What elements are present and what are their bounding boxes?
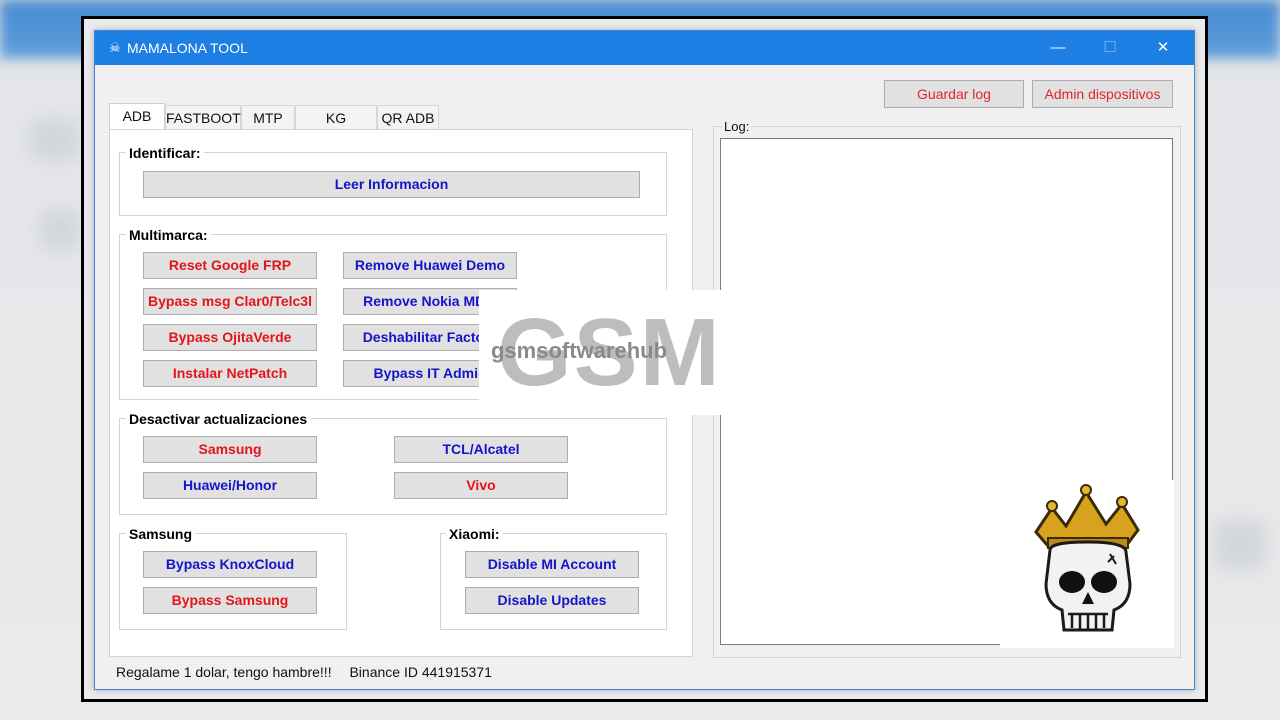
samsung-updates-button[interactable]: Samsung [143,436,317,463]
reset-google-frp-button[interactable]: Reset Google FRP [143,252,317,279]
bypass-knoxcloud-button[interactable]: Bypass KnoxCloud [143,551,317,578]
tab-fastboot[interactable]: FASTBOOT [165,105,241,129]
xiaomi-group [440,533,667,630]
disable-updates-button[interactable]: Disable Updates [465,587,639,614]
background-blur [40,210,80,250]
watermark: GSM gsmsoftwarehub [479,290,723,415]
tab-qr-adb[interactable]: QR ADB [377,105,439,129]
vivo-updates-button[interactable]: Vivo [394,472,568,499]
bypass-msg-claro-button[interactable]: Bypass msg Clar0/Telc3l [143,288,317,315]
minimize-button[interactable]: — [1035,31,1081,65]
samsung-group [119,533,347,630]
maximize-button[interactable]: ☐ [1087,31,1133,65]
read-info-button[interactable]: Leer Informacion [143,171,640,198]
tab-mtp[interactable]: MTP [241,105,295,129]
crowned-skull-logo [1000,480,1174,648]
donation-text: Regalame 1 dolar, tengo hambre!!! [116,664,332,680]
title-bar: ☠ MAMALONA TOOL — ☐ ✕ [95,31,1194,65]
identify-group-label: Identificar: [126,145,204,161]
window-title: MAMALONA TOOL [127,40,248,56]
close-button[interactable]: ✕ [1140,31,1186,65]
disable-updates-group [119,418,667,515]
log-label: Log: [722,119,752,134]
tab-kg-locked[interactable]: KG LOCKED [295,105,377,150]
disable-updates-group-label: Desactivar actualizaciones [126,411,311,427]
skull-icon: ☠ [109,40,121,55]
disable-mi-account-button[interactable]: Disable MI Account [465,551,639,578]
remove-huawei-demo-button[interactable]: Remove Huawei Demo [343,252,517,279]
bypass-samsung-button[interactable]: Bypass Samsung [143,587,317,614]
install-netpatch-button[interactable]: Instalar NetPatch [143,360,317,387]
save-log-button[interactable]: Guardar log [884,80,1024,108]
samsung-group-label: Samsung [126,526,196,542]
tab-adb[interactable]: ADB [109,103,165,129]
background-blur [1215,520,1265,570]
watermark-small-text: gsmsoftwarehub [491,338,668,363]
tcl-alcatel-updates-button[interactable]: TCL/Alcatel [394,436,568,463]
status-bar: Regalame 1 dolar, tengo hambre!!! Binanc… [116,664,506,680]
binance-id-text: Binance ID 441915371 [349,664,492,680]
admin-devices-button[interactable]: Admin dispositivos [1032,80,1173,108]
background-blur [30,120,80,160]
xiaomi-group-label: Xiaomi: [446,526,503,542]
bypass-ojitaverde-button[interactable]: Bypass OjitaVerde [143,324,317,351]
huawei-honor-updates-button[interactable]: Huawei/Honor [143,472,317,499]
multibrand-group-label: Multimarca: [126,227,211,243]
